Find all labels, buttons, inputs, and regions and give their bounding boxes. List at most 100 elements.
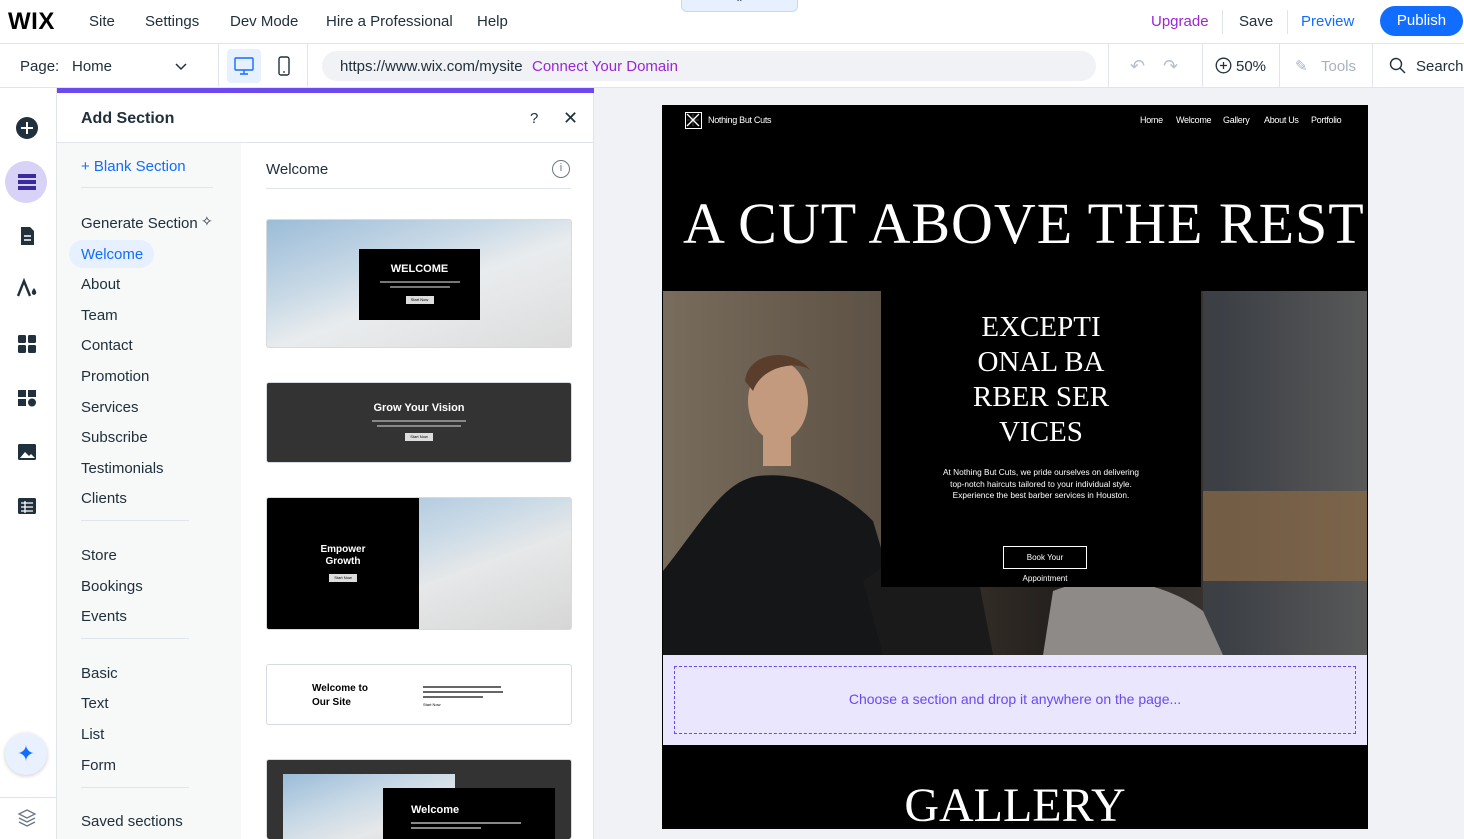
divider (307, 44, 308, 88)
section-template-welcome-3[interactable]: Empower Growth Start Now (266, 497, 572, 630)
divider (1202, 44, 1203, 88)
upgrade-link[interactable]: Upgrade (1151, 13, 1209, 30)
pages-icon[interactable] (13, 222, 41, 250)
services-headline[interactable]: EXCEPTIONAL BARBER SERVICES (881, 310, 1201, 450)
info-icon[interactable]: i (552, 160, 570, 178)
blank-section-button[interactable]: + Blank Section (81, 158, 186, 175)
menu-hire-professional[interactable]: Hire a Professional (326, 13, 453, 30)
divider (81, 638, 189, 639)
save-button[interactable]: Save (1239, 13, 1273, 30)
site-logo-icon (685, 112, 702, 129)
panel-title: Add Section (81, 110, 175, 127)
chevron-down-icon[interactable] (175, 60, 187, 74)
divider (1279, 44, 1280, 88)
category-team[interactable]: Team (81, 307, 118, 324)
category-bookings[interactable]: Bookings (81, 578, 143, 595)
template-text (411, 827, 481, 829)
cms-icon[interactable] (13, 492, 41, 520)
template-button: Start Now (423, 702, 441, 707)
category-about[interactable]: About (81, 276, 120, 293)
divider (1372, 44, 1373, 88)
business-icon[interactable] (13, 384, 41, 412)
site-url: https://www.wix.com/mysite (340, 58, 523, 75)
divider (81, 520, 189, 521)
menu-dev-mode[interactable]: Dev Mode (230, 13, 298, 30)
headline-text: EXCEPTIONAL BARBER SERVICES (972, 311, 1110, 448)
layers-icon[interactable] (13, 803, 41, 831)
divider (1287, 10, 1288, 34)
preview-button[interactable]: Preview (1301, 13, 1354, 30)
sections-icon[interactable] (13, 168, 41, 196)
menu-help[interactable]: Help (477, 13, 508, 30)
redo-icon[interactable]: ↷ (1163, 56, 1178, 77)
zoom-icon[interactable] (1215, 57, 1232, 79)
add-icon[interactable] (13, 114, 41, 142)
template-text (423, 691, 503, 693)
category-welcome[interactable]: Welcome (81, 246, 143, 263)
zoom-level[interactable]: 50% (1236, 58, 1266, 75)
template-text (372, 420, 466, 422)
category-promotion[interactable]: Promotion (81, 368, 149, 385)
site-nav-home[interactable]: Home (1140, 115, 1163, 125)
template-title: Welcome (411, 804, 460, 816)
media-icon[interactable] (13, 438, 41, 466)
category-services[interactable]: Services (81, 399, 139, 416)
section-template-welcome-2[interactable]: Grow Your Vision Start Now (266, 382, 572, 463)
publish-button[interactable]: Publish (1380, 6, 1463, 36)
template-text (377, 425, 461, 427)
undo-icon[interactable]: ↶ (1130, 56, 1145, 77)
tools-button[interactable]: Tools (1321, 58, 1356, 75)
category-store[interactable]: Store (81, 547, 117, 564)
site-nav-portfolio[interactable]: Portfolio (1311, 115, 1342, 125)
search-icon[interactable] (1389, 57, 1406, 79)
category-form[interactable]: Form (81, 757, 116, 774)
hero-title[interactable]: A CUT ABOVE THE REST (683, 190, 1365, 257)
wix-logo[interactable]: WIX (8, 8, 55, 36)
menu-site[interactable]: Site (89, 13, 115, 30)
template-button: Start Now (329, 574, 357, 582)
template-title: Welcome to Our Site (312, 683, 368, 708)
template-card: Empower Growth Start Now (267, 498, 419, 629)
category-list[interactable]: List (81, 726, 104, 743)
section-template-welcome-4[interactable]: Welcome to Our Site Start Now (266, 664, 572, 725)
book-appointment-button[interactable]: Book Your Appointment (1003, 546, 1087, 583)
category-events[interactable]: Events (81, 608, 127, 625)
desktop-view-icon[interactable] (227, 49, 261, 83)
template-title: WELCOME (390, 263, 449, 275)
search-button[interactable]: Search (1416, 58, 1464, 75)
template-button: Start Now (405, 433, 433, 441)
site-nav-welcome[interactable]: Welcome (1176, 115, 1212, 125)
category-saved-sections[interactable]: Saved sections (81, 813, 183, 830)
site-nav-about[interactable]: About Us (1264, 115, 1299, 125)
category-subscribe[interactable]: Subscribe (81, 429, 148, 446)
design-icon[interactable] (13, 275, 41, 303)
gallery-title[interactable]: GALLERY (662, 778, 1368, 833)
section-template-welcome-5[interactable]: Welcome (266, 759, 572, 839)
close-icon[interactable]: ✕ (563, 108, 578, 129)
services-description[interactable]: At Nothing But Cuts, we pride ourselves … (938, 467, 1144, 502)
category-generate-section[interactable]: Generate Section (81, 215, 198, 232)
tools-icon[interactable]: ✎ (1295, 57, 1308, 75)
category-basic[interactable]: Basic (81, 665, 118, 682)
page-label: Page: (20, 58, 60, 75)
connect-domain-link[interactable]: Connect Your Domain (532, 58, 678, 75)
section-template-welcome-1[interactable]: WELCOME Start Now (266, 219, 572, 348)
menu-settings[interactable]: Settings (145, 13, 199, 30)
category-testimonials[interactable]: Testimonials (81, 460, 164, 477)
site-nav-gallery[interactable]: Gallery (1223, 115, 1250, 125)
mobile-view-icon[interactable] (270, 49, 298, 83)
help-icon[interactable]: ? (530, 110, 538, 127)
ai-assistant-icon[interactable]: ✦ (5, 733, 47, 775)
divider (81, 187, 213, 188)
collapse-toolbar-handle[interactable]: ⌃ (681, 0, 798, 12)
category-contact[interactable]: Contact (81, 337, 133, 354)
apps-icon[interactable] (13, 330, 41, 358)
template-button: Start Now (405, 296, 434, 304)
divider (81, 787, 189, 788)
page-selector[interactable]: Home (72, 58, 112, 75)
divider (266, 188, 571, 189)
site-name[interactable]: Nothing But Cuts (708, 115, 772, 125)
category-text[interactable]: Text (81, 695, 109, 712)
template-text (411, 822, 521, 824)
category-clients[interactable]: Clients (81, 490, 127, 507)
